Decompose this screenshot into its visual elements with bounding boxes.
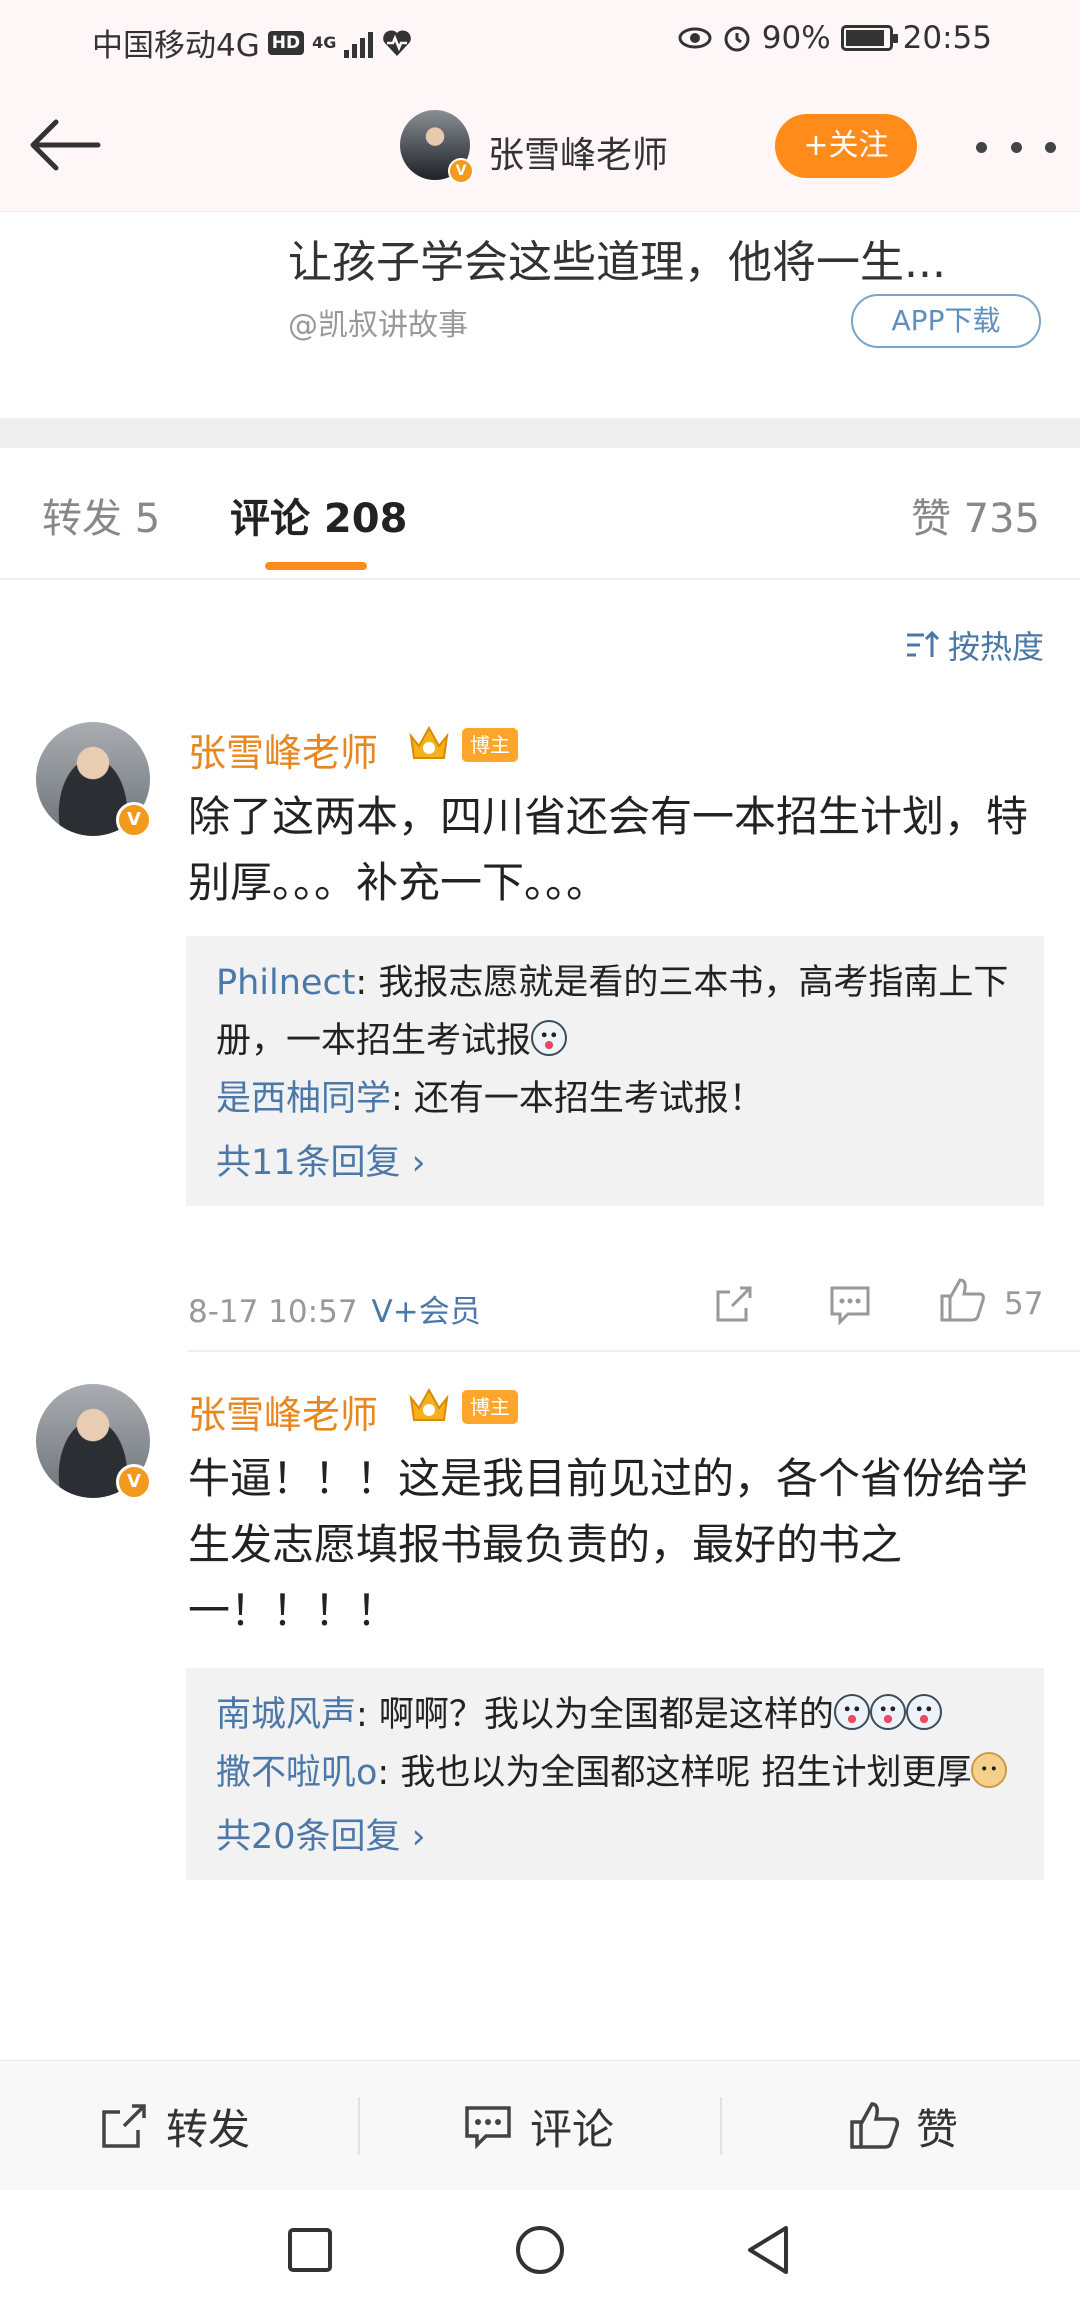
comment-username[interactable]: 张雪峰老师 <box>188 1384 378 1439</box>
network-label: 4G <box>312 33 337 52</box>
status-bar: 中国移动4G HD 4G 90% 20:55 <box>0 0 1080 82</box>
more-options-icon[interactable] <box>976 122 1056 172</box>
comment-icon <box>465 2106 511 2150</box>
husky-emoji-icon <box>905 1694 942 1730</box>
reply-username[interactable]: 撒不啦叽o <box>216 1753 377 1793</box>
reply-text: : 我也以为全国都这样呢 招生计划更厚 <box>377 1753 972 1793</box>
verified-badge-icon: V <box>116 802 152 838</box>
battery-icon <box>840 25 898 51</box>
carrier-label: 中国移动4G <box>92 28 260 64</box>
clock: 20:55 <box>902 20 992 56</box>
comment-icon[interactable] <box>826 1280 874 1328</box>
reply-preview-box[interactable]: Philnect: 我报志愿就是看的三本书，高考指南上下册，一本招生考试报 是西… <box>186 936 1044 1206</box>
husky-emoji-icon <box>531 1020 568 1056</box>
repost-card-source[interactable]: @凯叔讲故事 <box>288 300 468 344</box>
reply-text: : 还有一本招生考试报！ <box>391 1079 764 1119</box>
back-arrow-icon <box>30 119 101 171</box>
vip-label[interactable]: V+会员 <box>372 1294 481 1330</box>
reply-username[interactable]: 是西柚同学 <box>216 1079 391 1119</box>
repost-button[interactable]: 转发 <box>98 2061 250 2191</box>
eye-icon <box>678 27 712 49</box>
reply-username[interactable]: Philnect <box>216 963 355 1003</box>
reply-username[interactable]: 南城风声 <box>216 1695 356 1735</box>
top-header: V 张雪峰老师 +关注 <box>0 82 1080 212</box>
reply-item: 是西柚同学: 还有一本招生考试报！ <box>216 1070 1014 1128</box>
comment-text: 除了这两本，四川省还会有一本招生计划，特别厚。。。补充一下。。。 <box>188 792 1029 907</box>
app-download-button[interactable]: APP下载 <box>851 294 1041 348</box>
like-button[interactable]: 赞 <box>848 2061 958 2191</box>
comment-username[interactable]: 张雪峰老师 <box>188 722 378 777</box>
hd-icon: HD <box>267 30 305 55</box>
comment-button[interactable]: 评论 <box>462 2061 614 2191</box>
sort-icon <box>906 630 940 657</box>
status-right: 90% 20:55 <box>678 20 992 56</box>
comment-avatar[interactable]: V <box>36 722 152 838</box>
like-icon <box>850 2102 900 2149</box>
action-separator <box>358 2097 360 2155</box>
sort-button[interactable]: 按热度 <box>904 622 1044 668</box>
recent-apps-icon[interactable] <box>280 2220 340 2280</box>
heart-rate-icon <box>383 30 412 56</box>
comment-label: 评论 <box>530 2104 615 2154</box>
doge-emoji-icon <box>971 1752 1008 1788</box>
tabs-divider <box>0 578 1080 580</box>
reply-text: : 啊啊？我以为全国都是这样的 <box>356 1695 834 1735</box>
husky-emoji-icon <box>833 1694 870 1730</box>
crown-icon <box>409 725 449 759</box>
system-nav-bar <box>0 2190 1080 2312</box>
view-all-replies-link[interactable]: 共20条回复 › <box>216 1808 1014 1866</box>
follow-button[interactable]: +关注 <box>775 114 917 178</box>
author-badge: 博主 <box>462 1390 518 1424</box>
comment-avatar[interactable]: V <box>36 1384 152 1500</box>
back-nav-icon[interactable] <box>740 2220 800 2280</box>
header-avatar[interactable]: V <box>400 110 474 184</box>
repost-icon <box>102 2104 146 2148</box>
home-icon[interactable] <box>510 2220 570 2280</box>
action-separator <box>720 2097 722 2155</box>
tab-repost[interactable]: 转发 5 <box>42 486 160 544</box>
author-badge: 博主 <box>462 728 518 762</box>
reply-preview-box[interactable]: 南城风声: 啊啊？我以为全国都是这样的 撒不啦叽o: 我也以为全国都这样呢 招生… <box>186 1668 1044 1880</box>
signal-icon <box>344 28 374 58</box>
back-button[interactable] <box>26 110 106 180</box>
verified-badge-icon: V <box>448 158 474 184</box>
tab-likes[interactable]: 赞 735 <box>911 486 1040 544</box>
view-all-replies-link[interactable]: 共11条回复 › <box>216 1134 1014 1192</box>
reply-item: 撒不啦叽o: 我也以为全国都这样呢 招生计划更厚 <box>216 1744 1014 1802</box>
tab-comments[interactable]: 评论 208 <box>230 486 407 544</box>
like-icon[interactable] <box>938 1276 986 1324</box>
comment-time: 8-17 10:57 <box>188 1294 358 1330</box>
battery-percent: 90% <box>761 20 831 56</box>
share-icon[interactable] <box>710 1280 758 1328</box>
reply-item: Philnect: 我报志愿就是看的三本书，高考指南上下册，一本招生考试报 <box>216 954 1014 1070</box>
like-count: 57 <box>1004 1286 1044 1322</box>
repost-card-title[interactable]: 让孩子学会这些道理，他将一生... <box>288 226 946 290</box>
comment-text: 牛逼！！！这是我目前见过的，各个省份给学生发志愿填报书最负责的，最好的书之一！！… <box>188 1454 1029 1635</box>
comment-divider <box>188 1350 1080 1352</box>
sort-label: 按热度 <box>947 628 1044 666</box>
reply-item: 南城风声: 啊啊？我以为全国都是这样的 <box>216 1686 1014 1744</box>
like-label: 赞 <box>916 2104 959 2154</box>
header-username[interactable]: 张雪峰老师 <box>488 126 668 178</box>
repost-label: 转发 <box>166 2104 251 2154</box>
section-divider <box>0 418 1080 448</box>
comment-meta: 8-17 10:57 V+会员 <box>188 1286 481 1331</box>
alarm-icon <box>724 26 750 52</box>
husky-emoji-icon <box>869 1694 906 1730</box>
active-tab-indicator <box>265 562 367 570</box>
status-left: 中国移动4G HD 4G <box>92 20 413 65</box>
bottom-action-bar: 转发 评论 赞 <box>0 2060 1080 2190</box>
verified-badge-icon: V <box>116 1464 152 1500</box>
crown-icon <box>409 1387 449 1421</box>
